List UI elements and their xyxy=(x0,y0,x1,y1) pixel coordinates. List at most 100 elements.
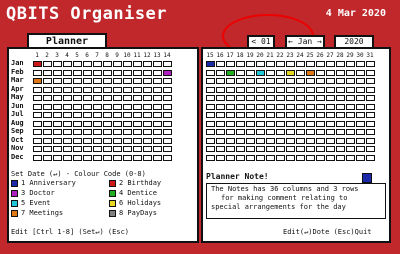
day-cell[interactable] xyxy=(246,129,255,135)
day-cell[interactable] xyxy=(123,78,132,84)
day-cell[interactable] xyxy=(133,95,142,101)
day-cell[interactable] xyxy=(356,78,365,84)
day-cell[interactable] xyxy=(216,146,225,152)
day-cell[interactable] xyxy=(226,95,235,101)
day-cell[interactable] xyxy=(83,129,92,135)
day-cell[interactable] xyxy=(153,78,162,84)
day-cell[interactable] xyxy=(123,154,132,161)
day-cell[interactable] xyxy=(133,129,142,135)
day-cell[interactable] xyxy=(226,61,235,67)
day-cell[interactable] xyxy=(356,120,365,127)
day-cell[interactable] xyxy=(256,61,265,67)
day-cell[interactable] xyxy=(143,86,152,93)
day-cell[interactable] xyxy=(266,103,275,110)
day-cell[interactable] xyxy=(266,112,275,118)
day-cell[interactable] xyxy=(113,69,122,76)
day-cell[interactable] xyxy=(53,95,62,101)
day-cell[interactable] xyxy=(336,137,345,144)
day-cell[interactable] xyxy=(346,103,355,110)
day-cell[interactable] xyxy=(43,120,52,127)
day-cell[interactable] xyxy=(103,69,112,76)
day-cell[interactable] xyxy=(83,95,92,101)
day-cell[interactable] xyxy=(266,120,275,127)
day-cell[interactable] xyxy=(33,154,42,161)
day-cell[interactable] xyxy=(266,129,275,135)
day-cell[interactable] xyxy=(123,120,132,127)
day-cell[interactable] xyxy=(33,137,42,144)
day-cell[interactable] xyxy=(43,95,52,101)
day-cell[interactable] xyxy=(206,146,215,152)
day-cell[interactable] xyxy=(163,95,172,101)
day-cell[interactable] xyxy=(286,61,295,67)
day-cell[interactable] xyxy=(63,69,72,76)
day-cell[interactable] xyxy=(113,129,122,135)
day-cell[interactable] xyxy=(103,120,112,127)
day-cell[interactable] xyxy=(266,61,275,67)
day-cell[interactable] xyxy=(83,86,92,93)
day-cell[interactable] xyxy=(143,61,152,67)
day-cell[interactable] xyxy=(326,137,335,144)
day-cell[interactable] xyxy=(133,154,142,161)
day-cell[interactable] xyxy=(256,103,265,110)
day-cell[interactable] xyxy=(73,86,82,93)
day-cell[interactable] xyxy=(286,78,295,84)
day-cell[interactable] xyxy=(163,61,172,67)
day-cell[interactable] xyxy=(296,120,305,127)
day-cell[interactable] xyxy=(63,137,72,144)
day-cell[interactable] xyxy=(276,78,285,84)
day-cell[interactable] xyxy=(63,86,72,93)
day-cell[interactable] xyxy=(286,137,295,144)
day-cell[interactable] xyxy=(366,146,375,152)
day-cell[interactable] xyxy=(73,146,82,152)
day-cell[interactable] xyxy=(256,112,265,118)
day-cell[interactable] xyxy=(163,146,172,152)
day-cell[interactable] xyxy=(93,146,102,152)
day-cell[interactable] xyxy=(356,69,365,76)
day-cell[interactable] xyxy=(83,61,92,67)
day-cell[interactable] xyxy=(133,146,142,152)
day-cell[interactable] xyxy=(276,146,285,152)
day-cell[interactable] xyxy=(306,120,315,127)
day-cell[interactable] xyxy=(43,129,52,135)
day-cell[interactable] xyxy=(133,103,142,110)
day-cell[interactable] xyxy=(226,69,235,76)
day-cell[interactable] xyxy=(93,86,102,93)
day-cell[interactable] xyxy=(123,129,132,135)
day-cell[interactable] xyxy=(43,112,52,118)
day-cell[interactable] xyxy=(103,61,112,67)
day-cell[interactable] xyxy=(43,146,52,152)
day-cell[interactable] xyxy=(326,120,335,127)
day-cell[interactable] xyxy=(296,61,305,67)
day-cell[interactable] xyxy=(316,95,325,101)
day-cell[interactable] xyxy=(276,69,285,76)
day-cell[interactable] xyxy=(143,120,152,127)
day-cell[interactable] xyxy=(326,69,335,76)
day-cell[interactable] xyxy=(113,154,122,161)
day-cell[interactable] xyxy=(306,95,315,101)
day-cell[interactable] xyxy=(276,137,285,144)
day-cell[interactable] xyxy=(236,61,245,67)
day-cell[interactable] xyxy=(226,120,235,127)
day-cell[interactable] xyxy=(83,69,92,76)
day-cell[interactable] xyxy=(346,61,355,67)
day-cell[interactable] xyxy=(326,154,335,161)
day-cell[interactable] xyxy=(326,95,335,101)
day-cell[interactable] xyxy=(43,137,52,144)
day-cell[interactable] xyxy=(53,112,62,118)
day-cell[interactable] xyxy=(103,129,112,135)
day-cell[interactable] xyxy=(226,86,235,93)
day-cell[interactable] xyxy=(33,103,42,110)
day-cell[interactable] xyxy=(326,146,335,152)
day-cell[interactable] xyxy=(53,154,62,161)
day-cell[interactable] xyxy=(346,112,355,118)
day-cell[interactable] xyxy=(73,103,82,110)
day-cell[interactable] xyxy=(256,95,265,101)
day-cell[interactable] xyxy=(326,86,335,93)
day-cell[interactable] xyxy=(316,61,325,67)
day-cell[interactable] xyxy=(336,103,345,110)
day-cell[interactable] xyxy=(216,86,225,93)
day-cell[interactable] xyxy=(163,103,172,110)
day-cell[interactable] xyxy=(73,129,82,135)
day-cell[interactable] xyxy=(216,95,225,101)
day-cell[interactable] xyxy=(103,112,112,118)
